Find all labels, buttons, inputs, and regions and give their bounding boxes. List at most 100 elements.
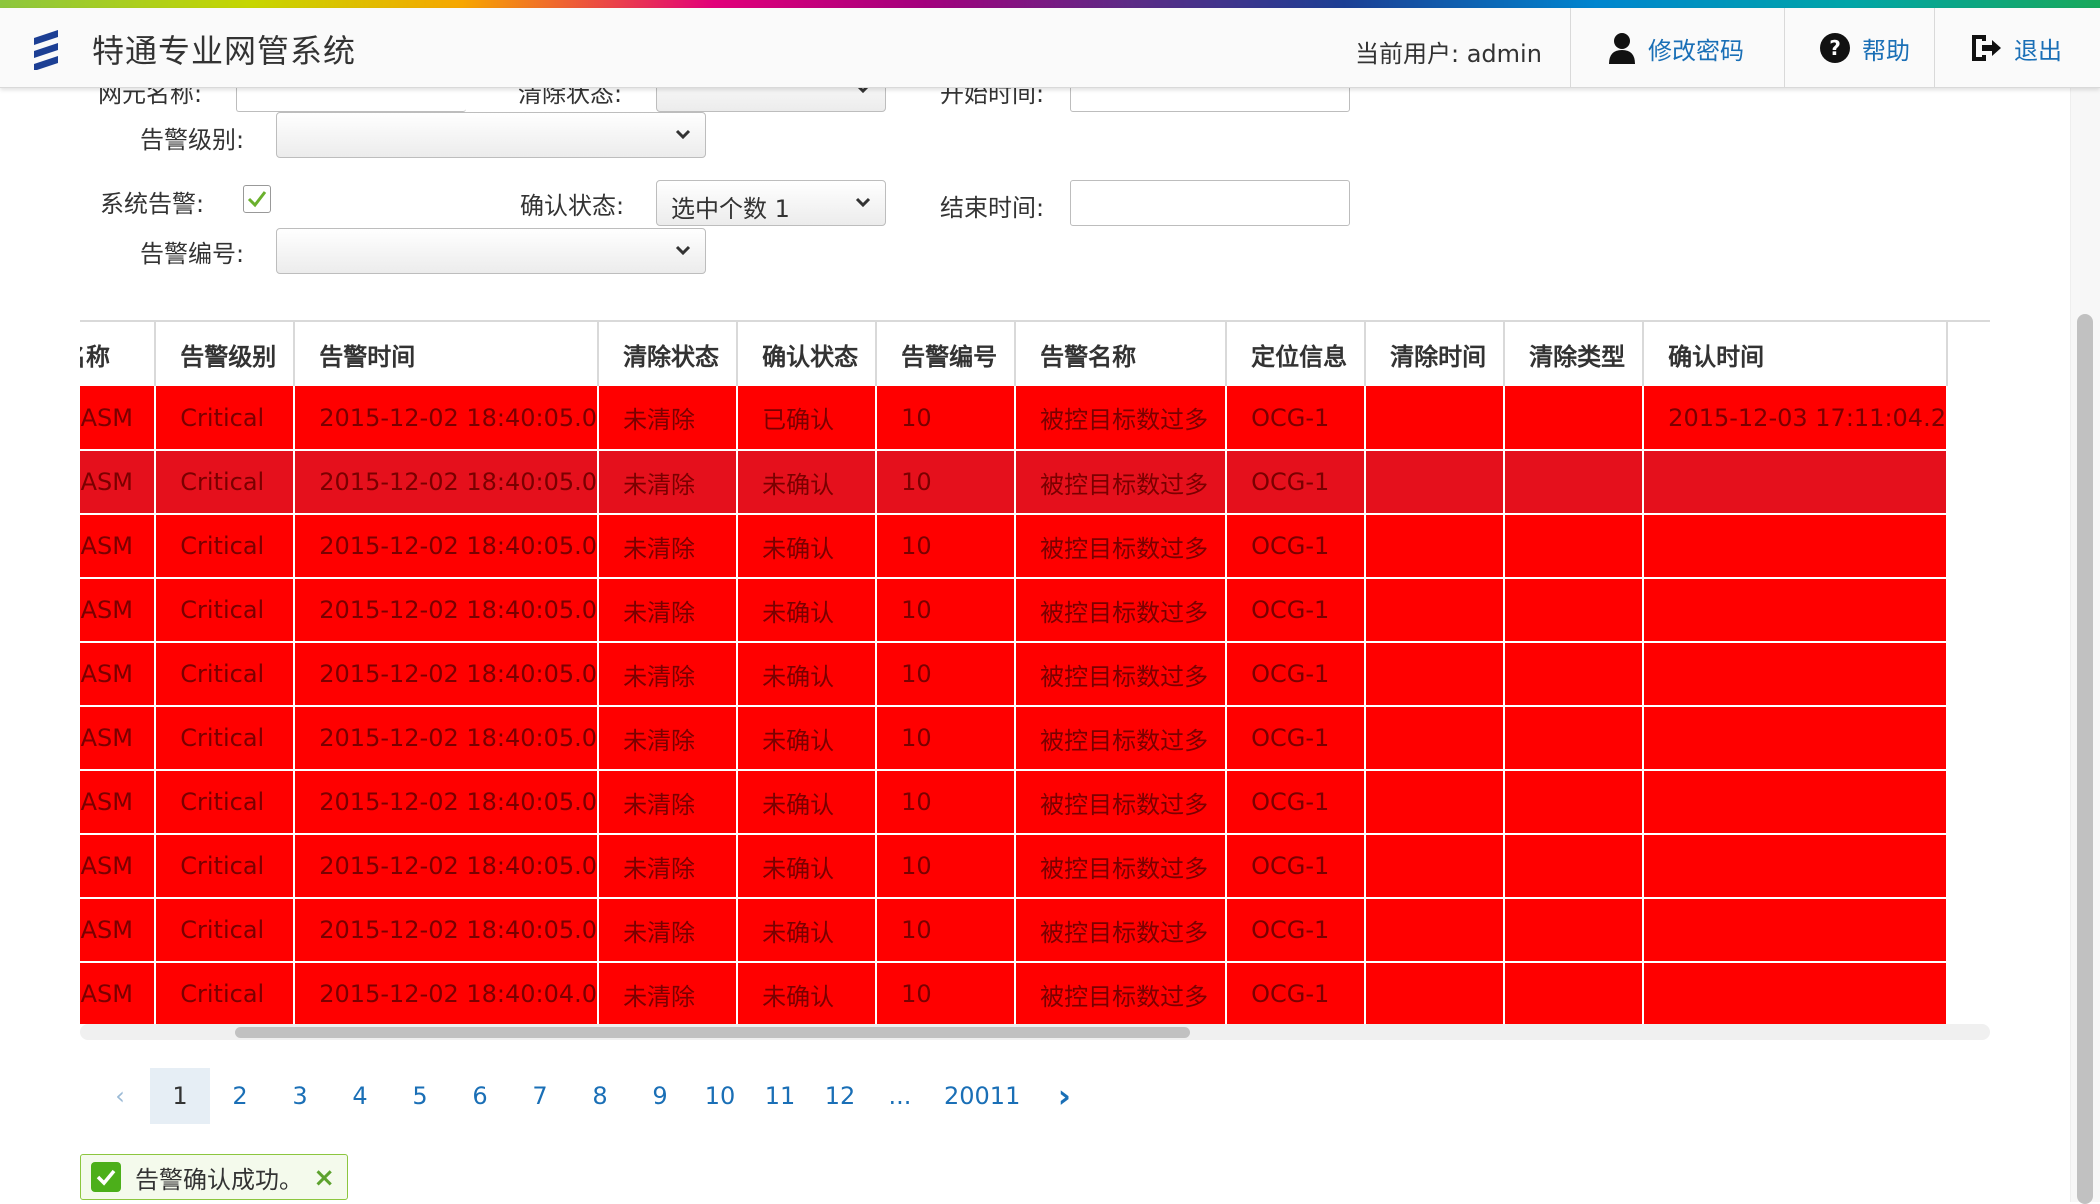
table-cell: 2015-12-02 18:40:05.0 xyxy=(294,642,600,707)
table-row[interactable]: GASMCritical2015-12-02 18:40:05.0未清除未确认1… xyxy=(80,450,1948,515)
alarm-table: 名称告警级别告警时间清除状态确认状态告警编号告警名称定位信息清除时间清除类型确认… xyxy=(80,322,1948,1024)
column-header[interactable]: 确认时间 xyxy=(1643,322,1948,386)
table-cell: 10 xyxy=(876,514,1017,579)
confirm-status-select[interactable]: 选中个数 1 xyxy=(656,180,886,226)
change-password-button[interactable]: 修改密码 xyxy=(1608,8,1744,88)
table-cell: 10 xyxy=(876,706,1017,771)
table-row[interactable]: GASMCritical2015-12-02 18:40:05.0未清除未确认1… xyxy=(80,706,1948,771)
column-header[interactable]: 告警时间 xyxy=(294,322,600,386)
table-row[interactable]: GASMCritical2015-12-02 18:40:05.0未清除未确认1… xyxy=(80,834,1948,899)
table-cell: 2015-12-02 18:40:05.0 xyxy=(294,898,600,963)
column-header[interactable]: 告警级别 xyxy=(155,322,296,386)
chevron-down-icon xyxy=(675,245,691,255)
page-button[interactable]: 6 xyxy=(450,1068,510,1124)
confirm-status-value: 选中个数 1 xyxy=(671,195,790,223)
page-button[interactable]: 9 xyxy=(630,1068,690,1124)
table-row[interactable]: GASMCritical2015-12-02 18:40:05.0未清除未确认1… xyxy=(80,642,1948,707)
end-time-label: 结束时间: xyxy=(940,194,1045,222)
table-cell: 2015-12-02 18:40:05.0 xyxy=(294,770,600,835)
table-cell: Critical xyxy=(155,514,296,579)
table-row[interactable]: GASMCritical2015-12-02 18:40:04.0未清除未确认1… xyxy=(80,962,1948,1024)
column-header[interactable]: 告警编号 xyxy=(876,322,1017,386)
vertical-scroll-thumb[interactable] xyxy=(2077,314,2093,1204)
column-header[interactable]: 清除类型 xyxy=(1504,322,1645,386)
table-cell: 被控目标数过多 xyxy=(1015,642,1228,707)
table-cell: 10 xyxy=(876,770,1017,835)
table-cell xyxy=(1504,578,1645,643)
chevron-down-icon xyxy=(855,197,871,207)
page-button[interactable]: 3 xyxy=(270,1068,330,1124)
table-cell: OCG-1 xyxy=(1226,898,1367,963)
table-cell: 10 xyxy=(876,386,1017,451)
table-cell xyxy=(1504,386,1645,451)
page-button[interactable]: 5 xyxy=(390,1068,450,1124)
table-cell xyxy=(1365,514,1506,579)
page-button[interactable]: 8 xyxy=(570,1068,630,1124)
horizontal-scroll-thumb[interactable] xyxy=(235,1027,1190,1038)
last-page-button[interactable]: 20011 xyxy=(930,1068,1034,1124)
table-cell: 未清除 xyxy=(598,642,739,707)
table-cell: 2015-12-02 18:40:05.0 xyxy=(294,386,600,451)
table-cell xyxy=(1365,450,1506,515)
table-cell: Critical xyxy=(155,898,296,963)
column-header[interactable]: 清除时间 xyxy=(1365,322,1506,386)
column-header[interactable]: 清除状态 xyxy=(598,322,739,386)
table-cell: 10 xyxy=(876,450,1017,515)
table-row[interactable]: GASMCritical2015-12-02 18:40:05.0未清除未确认1… xyxy=(80,898,1948,963)
alarm-level-label: 告警级别: xyxy=(140,126,245,154)
table-cell: 未清除 xyxy=(598,450,739,515)
table-row[interactable]: GASMCritical2015-12-02 18:40:05.0未清除未确认1… xyxy=(80,514,1948,579)
help-button[interactable]: ? 帮助 xyxy=(1820,8,1910,88)
column-header[interactable]: 名称 xyxy=(80,322,157,386)
table-row[interactable]: GASMCritical2015-12-02 18:40:05.0未清除未确认1… xyxy=(80,578,1948,643)
page-button[interactable]: 11 xyxy=(750,1068,810,1124)
system-alarm-checkbox[interactable] xyxy=(243,185,271,213)
header-divider xyxy=(1784,8,1785,88)
table-cell: 10 xyxy=(876,834,1017,899)
end-time-input[interactable] xyxy=(1070,180,1350,226)
table-cell: GASM xyxy=(80,834,157,899)
question-circle-icon: ? xyxy=(1820,33,1850,63)
prev-page-button[interactable]: ‹ xyxy=(90,1068,150,1124)
page-button[interactable]: 10 xyxy=(690,1068,750,1124)
check-icon xyxy=(91,1162,121,1192)
table-cell: Critical xyxy=(155,642,296,707)
table-cell: OCG-1 xyxy=(1226,642,1367,707)
close-icon[interactable]: × xyxy=(313,1163,335,1193)
column-header[interactable]: 定位信息 xyxy=(1226,322,1367,386)
table-cell: 2015-12-02 18:40:04.0 xyxy=(294,962,600,1024)
table-cell xyxy=(1643,578,1948,643)
table-cell: 已确认 xyxy=(737,386,878,451)
logout-button[interactable]: 退出 xyxy=(1970,8,2062,88)
column-header[interactable]: 告警名称 xyxy=(1015,322,1228,386)
system-alarm-label: 系统告警: xyxy=(100,190,205,218)
table-cell: GASM xyxy=(80,578,157,643)
table-cell: GASM xyxy=(80,450,157,515)
logout-label: 退出 xyxy=(2014,36,2062,65)
page-button[interactable]: 7 xyxy=(510,1068,570,1124)
table-cell xyxy=(1643,450,1948,515)
column-header[interactable]: 确认状态 xyxy=(737,322,878,386)
page-button[interactable]: 4 xyxy=(330,1068,390,1124)
vertical-scrollbar[interactable] xyxy=(2070,88,2100,1204)
table-cell xyxy=(1643,834,1948,899)
next-page-button[interactable]: › xyxy=(1034,1068,1094,1124)
alarm-level-select[interactable] xyxy=(276,112,706,158)
page-button[interactable]: 12 xyxy=(810,1068,870,1124)
table-cell: GASM xyxy=(80,962,157,1024)
horizontal-scrollbar[interactable] xyxy=(80,1024,1990,1040)
table-cell xyxy=(1504,450,1645,515)
page-button[interactable]: 2 xyxy=(210,1068,270,1124)
alarm-number-select[interactable] xyxy=(276,228,706,274)
table-row[interactable]: GASMCritical2015-12-02 18:40:05.0未清除未确认1… xyxy=(80,770,1948,835)
table-cell xyxy=(1504,962,1645,1024)
table-row[interactable]: GASMCritical2015-12-02 18:40:05.0未清除已确认1… xyxy=(80,386,1948,451)
page-button[interactable]: 1 xyxy=(150,1068,210,1124)
table-cell: Critical xyxy=(155,834,296,899)
user-icon xyxy=(1608,32,1636,64)
app-header: 特通专业网管系统 当前用户: admin 修改密码 ? 帮助 退出 xyxy=(0,8,2100,88)
table-cell xyxy=(1504,770,1645,835)
table-cell: GASM xyxy=(80,514,157,579)
table-cell xyxy=(1643,706,1948,771)
table-cell xyxy=(1504,514,1645,579)
